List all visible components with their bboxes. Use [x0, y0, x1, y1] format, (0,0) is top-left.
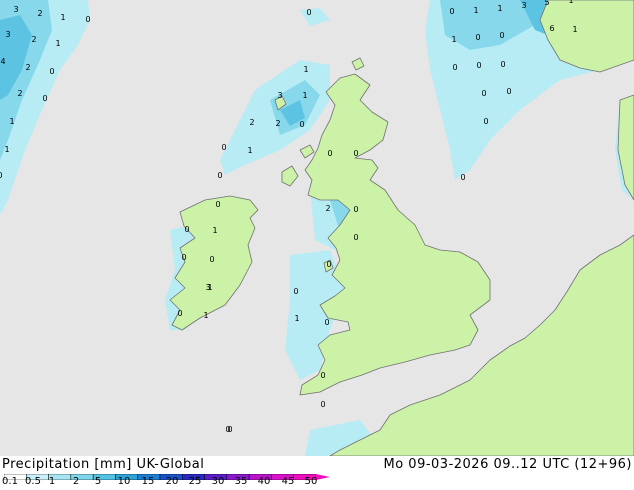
- precip-value: 0: [475, 33, 480, 42]
- legend-title: Precipitation [mm] UK-Global: [2, 457, 205, 472]
- precip-value: 0: [0, 171, 3, 180]
- precip-value: 0: [306, 8, 311, 17]
- precip-value: 0: [209, 255, 214, 264]
- precip-value: 0: [326, 260, 331, 269]
- precip-value: 0: [324, 318, 329, 327]
- precip-value: 0: [221, 143, 226, 152]
- precip-value: 1: [451, 35, 456, 44]
- precip-value: 0: [483, 117, 488, 126]
- precip-value: 0: [181, 253, 186, 262]
- scale-tick-label: 2: [72, 476, 80, 487]
- precip-value: 1: [303, 65, 308, 74]
- precip-value: 0: [460, 173, 465, 182]
- precip-value: 0: [353, 149, 358, 158]
- precip-value: 0: [481, 89, 486, 98]
- precip-value: 2: [25, 63, 30, 72]
- precip-value: 0: [177, 309, 182, 318]
- precip-value: 3: [521, 1, 526, 10]
- precip-value: 2: [275, 119, 280, 128]
- precip-value: 2: [17, 89, 22, 98]
- precip-value: 3: [277, 91, 282, 100]
- precip-value: 2: [325, 204, 330, 213]
- scale-tick-label: 45: [281, 476, 295, 487]
- precip-value: 0: [320, 400, 325, 409]
- scale-tick-label: 30: [211, 476, 225, 487]
- precip-value: 0: [452, 63, 457, 72]
- precip-value: 1: [212, 226, 217, 235]
- precip-value: 0: [500, 60, 505, 69]
- precip-value: 1: [572, 25, 577, 34]
- precip-value: 0: [49, 67, 54, 76]
- precip-value: 1: [4, 145, 9, 154]
- valid-time: Mo 09-03-2026 09..12 UTC (12+96): [383, 457, 632, 472]
- map-svg: 3 2 1 0 3 2 1 4 2 0 2 0 1 1 0 0 0 1 1 3 5 1 1 0 0 6 1 0 0 0 0 0 0 0 1 3 1 2 2 0…: [0, 0, 634, 456]
- precip-value: 6: [549, 24, 554, 33]
- legend: Precipitation [mm] UK-Global Mo 09-03-20…: [0, 456, 634, 490]
- scale-tick-label: 15: [141, 476, 155, 487]
- scale-tick-label: 20: [165, 476, 179, 487]
- scale-tick-label: 5: [94, 476, 102, 487]
- precip-value: 0: [184, 225, 189, 234]
- precip-value: 1: [294, 314, 299, 323]
- scale-tick-label: 0.1: [2, 476, 18, 487]
- precip-value: 4: [0, 57, 5, 66]
- precip-value: 0: [327, 149, 332, 158]
- precip-value: 0: [449, 7, 454, 16]
- precip-value: 1: [568, 0, 573, 5]
- precip-value: 1: [497, 4, 502, 13]
- precip-value: 0: [85, 15, 90, 24]
- precip-value: 0: [353, 233, 358, 242]
- precip-value: 0: [42, 94, 47, 103]
- precip-value: 0: [293, 287, 298, 296]
- precip-value: 1: [247, 146, 252, 155]
- scale-tick-label: 40: [257, 476, 271, 487]
- precip-value: 0: [476, 61, 481, 70]
- precip-value: 1: [55, 39, 60, 48]
- precip-value: 0: [499, 31, 504, 40]
- precip-value: 0: [299, 120, 304, 129]
- precip-value: 0: [217, 171, 222, 180]
- precip-value: 3: [13, 5, 18, 14]
- precip-value: 2: [249, 118, 254, 127]
- scale-tick-label: 25: [188, 476, 202, 487]
- precip-value: 2: [37, 9, 42, 18]
- precip-value: 0: [320, 371, 325, 380]
- precip-value: 5: [544, 0, 549, 7]
- precip-value: 1: [9, 117, 14, 126]
- scale-tick-label: 1: [48, 476, 56, 487]
- scale-tick-label: 50: [304, 476, 318, 487]
- precip-value: 1: [302, 91, 307, 100]
- precip-value: 3: [5, 30, 10, 39]
- scale-tick-label: 10: [117, 476, 131, 487]
- precip-value: 2: [31, 35, 36, 44]
- scale-arrow: [316, 474, 330, 480]
- precipitation-map: 3 2 1 0 3 2 1 4 2 0 2 0 1 1 0 0 0 1 1 3 5 1 1 0 0 6 1 0 0 0 0 0 0 0 1 3 1 2 2 0…: [0, 0, 634, 456]
- precip-value: 0: [353, 205, 358, 214]
- scale-tick-label: 0.5: [25, 476, 41, 487]
- precip-value: 0: [506, 87, 511, 96]
- scale-tick-label: 35: [234, 476, 248, 487]
- precip-value: 0: [215, 200, 220, 209]
- precip-value: 3: [205, 283, 210, 292]
- precip-value: 0: [227, 425, 232, 434]
- precip-value: 1: [203, 311, 208, 320]
- precip-value: 1: [473, 6, 478, 15]
- precip-value: 1: [60, 13, 65, 22]
